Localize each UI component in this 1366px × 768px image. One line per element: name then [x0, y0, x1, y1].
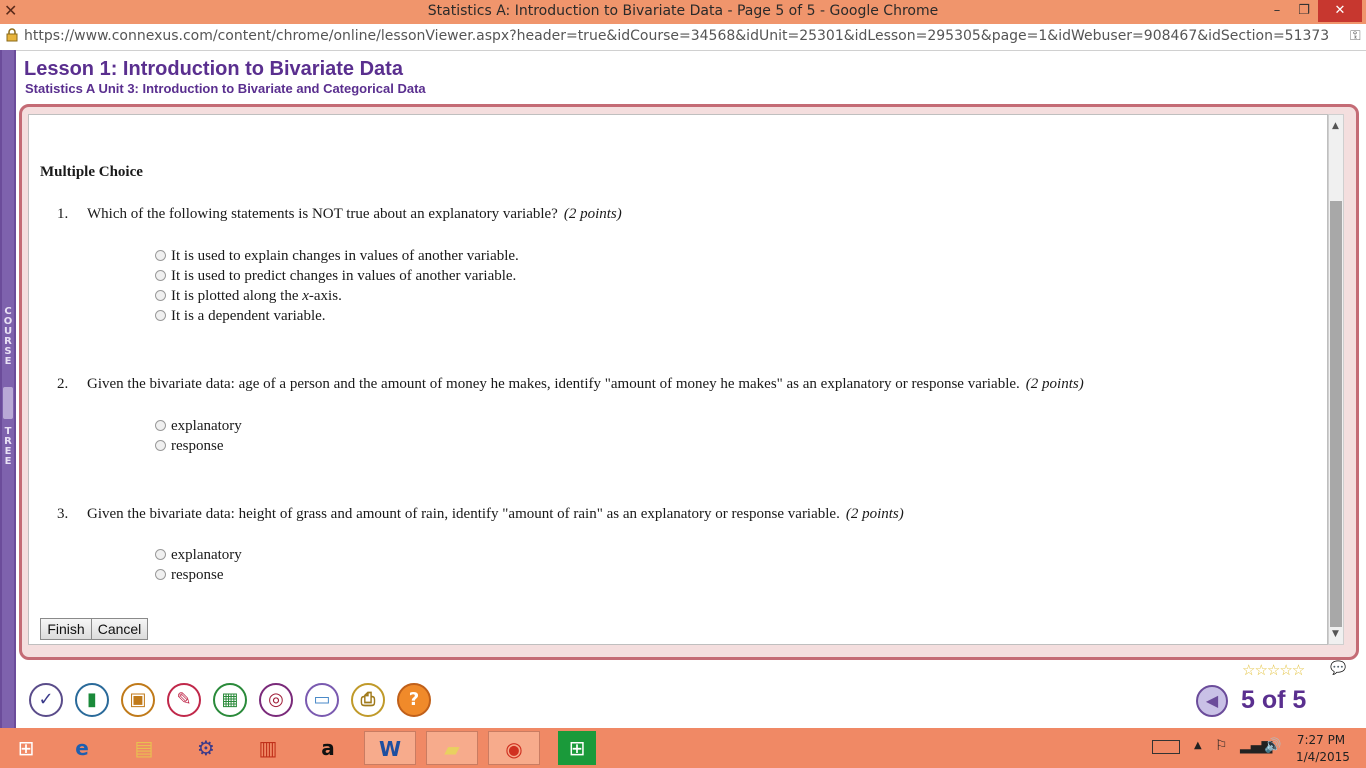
lesson-subtitle: Statistics A Unit 3: Introduction to Biv… [25, 81, 426, 96]
answer-option[interactable]: It is used to predict changes in values … [155, 268, 516, 285]
option-label: explanatory [171, 547, 242, 563]
radio-button[interactable] [155, 440, 166, 451]
clock-time[interactable]: 7:27 PM [1296, 733, 1346, 747]
cancel-button[interactable]: Cancel [91, 618, 148, 640]
question-number: 2. [57, 376, 69, 392]
option-label: It is used to predict changes in values … [171, 268, 517, 284]
finish-button[interactable]: Finish [40, 618, 92, 640]
close-button[interactable]: ✕ [1318, 0, 1362, 22]
question-number: 1. [57, 206, 69, 222]
backpack-icon[interactable]: ▣ [121, 683, 155, 717]
previous-page-button[interactable]: ◀ [1196, 685, 1228, 717]
target-icon[interactable]: ◎ [259, 683, 293, 717]
answer-option[interactable]: explanatory [155, 547, 242, 564]
answer-option[interactable]: It is used to explain changes in values … [155, 248, 519, 265]
question-text: Given the bivariate data: age of a perso… [87, 376, 1020, 392]
radio-button[interactable] [155, 549, 166, 560]
lesson-title: Lesson 1: Introduction to Bivariate Data [24, 58, 403, 80]
radio-button[interactable] [155, 420, 166, 431]
help-icon[interactable]: ? [397, 683, 431, 717]
store-icon[interactable]: ⊞ [558, 731, 596, 765]
internet-explorer-icon[interactable]: e [56, 731, 108, 765]
key-icon[interactable]: ⚿ [1350, 28, 1361, 44]
maximize-button[interactable]: ❐ [1290, 0, 1318, 22]
action-center-flag-icon[interactable]: ⚐ [1215, 738, 1228, 754]
calculator-icon[interactable]: ▦ [213, 683, 247, 717]
option-label: It is used to explain changes in values … [171, 248, 519, 264]
word-icon[interactable]: W [364, 731, 416, 765]
amazon-icon[interactable]: a [302, 731, 354, 765]
toolbox-icon[interactable]: ▥ [242, 731, 294, 765]
scrollbar-thumb[interactable] [1330, 201, 1342, 627]
answer-option[interactable]: response [155, 438, 224, 455]
window-title: Statistics A: Introduction to Bivariate … [427, 3, 939, 19]
option-label: explanatory [171, 418, 242, 434]
address-bar[interactable]: https://www.connexus.com/content/chrome/… [0, 24, 1366, 51]
chrome-icon[interactable]: ◉ [488, 731, 540, 765]
sticky-notes-icon[interactable]: ▰ [426, 731, 478, 765]
question-points: (2 points) [845, 506, 904, 522]
question-number: 3. [57, 506, 69, 522]
comment-icon[interactable]: 💬 [1330, 661, 1346, 676]
scroll-up-arrow[interactable]: ▲ [1332, 121, 1339, 131]
media-icon[interactable]: ⚙ [180, 731, 232, 765]
course-tree-panel[interactable]: COURSETREE [0, 50, 16, 728]
window-title-bar: ✕ Statistics A: Introduction to Bivariat… [0, 0, 1366, 24]
taskbar: ⊞ e ▤ ⚙ ▥ a W ▰ ◉ ⊞ ▲ ⚐ ▂▄▆ 🔊 7:27 PM 1/… [0, 728, 1366, 768]
question-text: Which of the following statements is NOT… [87, 206, 558, 222]
show-hidden-icons-icon[interactable]: ▲ [1194, 740, 1202, 751]
pushpin-icon[interactable]: ✎ [167, 683, 201, 717]
book-icon[interactable]: ▮ [75, 683, 109, 717]
vertical-scrollbar[interactable]: ▲ ▼ [1328, 114, 1344, 645]
course-tree-toggle[interactable] [3, 387, 13, 419]
radio-button[interactable] [155, 270, 166, 281]
option-label: response [171, 438, 224, 454]
radio-button[interactable] [155, 569, 166, 580]
answer-option[interactable]: It is plotted along the x-axis. [155, 288, 342, 305]
printer-icon[interactable]: ⎙ [351, 683, 385, 717]
volume-icon[interactable]: 🔊 [1264, 738, 1281, 754]
option-label: It is a dependent variable. [171, 308, 326, 324]
file-explorer-icon[interactable]: ▤ [118, 731, 170, 765]
lock-icon [6, 28, 18, 42]
question-points: (2 points) [563, 206, 622, 222]
radio-button[interactable] [155, 250, 166, 261]
quiz-content: Multiple Choice 1. Which of the followin… [28, 114, 1328, 645]
option-label: response [171, 567, 224, 583]
answer-option[interactable]: response [155, 567, 224, 584]
clock-date[interactable]: 1/4/2015 [1296, 750, 1350, 764]
page-indicator: 5 of 5 [1241, 686, 1307, 714]
url-text[interactable]: https://www.connexus.com/content/chrome/… [24, 28, 1342, 44]
minimize-button[interactable]: – [1263, 0, 1291, 22]
radio-button[interactable] [155, 290, 166, 301]
rating-stars[interactable]: ☆☆☆☆☆ [1242, 661, 1305, 679]
start-icon[interactable]: ⊞ [0, 731, 52, 765]
answer-option[interactable]: explanatory [155, 418, 242, 435]
radio-button[interactable] [155, 310, 166, 321]
keyboard-icon[interactable] [1152, 740, 1180, 754]
question-points: (2 points) [1025, 376, 1084, 392]
answer-option[interactable]: It is a dependent variable. [155, 308, 326, 325]
check-icon[interactable]: ✓ [29, 683, 63, 717]
section-heading: Multiple Choice [40, 164, 143, 180]
option-label: It is plotted along the x-axis. [171, 288, 342, 304]
scroll-down-arrow[interactable]: ▼ [1332, 629, 1339, 639]
question-text: Given the bivariate data: height of gras… [87, 506, 840, 522]
whiteboard-icon[interactable]: ▭ [305, 683, 339, 717]
